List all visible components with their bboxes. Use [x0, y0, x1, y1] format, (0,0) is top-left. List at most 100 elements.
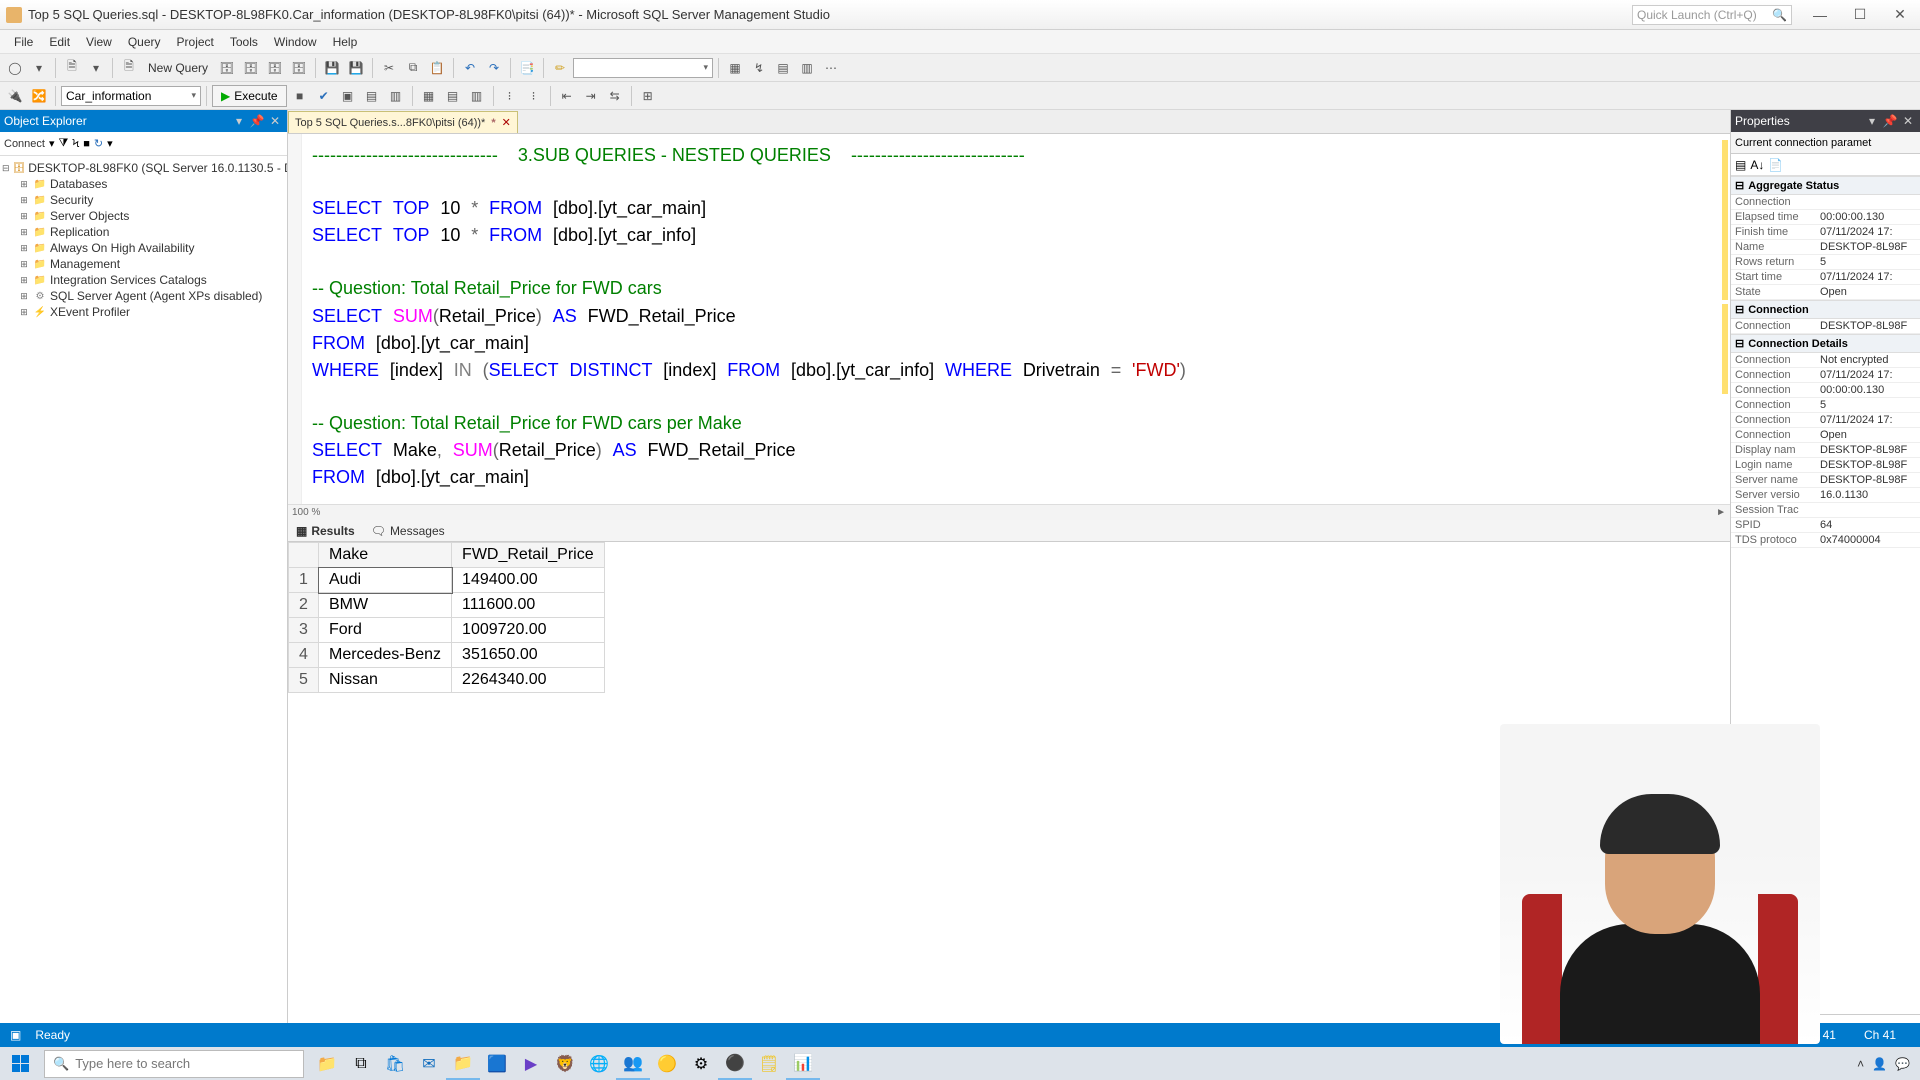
menu-help[interactable]: Help [325, 35, 366, 49]
panel-pin-icon[interactable]: 📌 [1882, 114, 1898, 128]
panel-close-icon[interactable]: ✕ [267, 114, 283, 128]
panel-dropdown-icon[interactable]: ▾ [231, 114, 247, 128]
connect-label[interactable]: Connect [4, 138, 45, 150]
task-canary-icon[interactable]: 🟡 [650, 1047, 684, 1080]
t2-icon[interactable]: ↯ [748, 57, 770, 79]
panel-pin-icon[interactable]: 📌 [249, 114, 265, 128]
indent-in-icon[interactable]: ⇥ [580, 85, 602, 107]
quick-launch[interactable]: Quick Launch (Ctrl+Q) 🔍 [1632, 5, 1792, 25]
tree-item-security[interactable]: ⊞📁Security [2, 192, 285, 208]
tree-item-server-objects[interactable]: ⊞📁Server Objects [2, 208, 285, 224]
uncomment-icon[interactable]: ⁝ [523, 85, 545, 107]
menu-tools[interactable]: Tools [222, 35, 266, 49]
find-icon[interactable]: ✏ [549, 57, 571, 79]
plan-icon[interactable]: ▣ [337, 85, 359, 107]
new-project-icon[interactable]: 🗎 [61, 57, 83, 79]
copy-icon[interactable]: ⧉ [402, 57, 424, 79]
tree-item-xevent[interactable]: ⊞⚡XEvent Profiler [2, 304, 285, 320]
menu-project[interactable]: Project [169, 35, 222, 49]
solution-config-dropdown[interactable] [573, 58, 713, 78]
taskbar-search[interactable]: 🔍 Type here to search [44, 1050, 304, 1078]
save-icon[interactable]: 💾 [321, 57, 343, 79]
sql-editor[interactable]: ------------------------------- 3.SUB QU… [302, 134, 1730, 504]
task-view-icon[interactable]: ⧉ [344, 1047, 378, 1080]
table-row[interactable]: 2BMW111600.00 [289, 593, 605, 618]
col-make[interactable]: Make [319, 543, 452, 568]
oe-filter-icon[interactable]: ⧩ [59, 137, 69, 150]
task-obs-icon[interactable]: ⚫ [718, 1047, 752, 1080]
doc-tab-active[interactable]: Top 5 SQL Queries.s...8FK0\pitsi (64))* … [288, 111, 518, 133]
nav-back-icon[interactable]: ◯ [4, 57, 26, 79]
minimize-button[interactable]: — [1800, 2, 1840, 28]
col-price[interactable]: FWD_Retail_Price [452, 543, 605, 568]
tree-item-alwayson[interactable]: ⊞📁Always On High Availability [2, 240, 285, 256]
specify-values-icon[interactable]: ⊞ [637, 85, 659, 107]
task-explorer-orange[interactable]: 📁 [310, 1047, 344, 1080]
menu-file[interactable]: File [6, 35, 41, 49]
task-teams-icon[interactable]: 👥 [616, 1047, 650, 1080]
redo-icon[interactable]: ↷ [483, 57, 505, 79]
nav-fwd-icon[interactable]: ▾ [28, 57, 50, 79]
tree-item-databases[interactable]: ⊞📁Databases [2, 176, 285, 192]
t3-icon[interactable]: ▤ [772, 57, 794, 79]
tree-item-integration[interactable]: ⊞📁Integration Services Catalogs [2, 272, 285, 288]
prop-page-icon[interactable]: 📄 [1768, 158, 1783, 172]
task-mail-icon[interactable]: ✉ [412, 1047, 446, 1080]
properties-header[interactable]: Properties ▾ 📌 ✕ [1731, 110, 1920, 132]
database-dropdown[interactable]: Car_information [61, 86, 201, 106]
change-connection-icon[interactable]: 🔀 [28, 85, 50, 107]
object-explorer-header[interactable]: Object Explorer ▾ 📌 ✕ [0, 110, 287, 132]
tree-item-management[interactable]: ⊞📁Management [2, 256, 285, 272]
task-edge-icon[interactable]: 🟦 [480, 1047, 514, 1080]
collapse-icon[interactable]: ⊟ [2, 163, 10, 174]
tree-item-replication[interactable]: ⊞📁Replication [2, 224, 285, 240]
start-button[interactable] [0, 1047, 40, 1080]
task-chrome-icon[interactable]: 🌐 [582, 1047, 616, 1080]
db4-icon[interactable]: 🗄 [288, 57, 310, 79]
object-tree[interactable]: ⊟ 🗄 DESKTOP-8L98FK0 (SQL Server 16.0.113… [0, 156, 287, 1031]
task-settings-icon[interactable]: ⚙ [684, 1047, 718, 1080]
tab-results[interactable]: ▦Results [292, 522, 359, 540]
indent3-icon[interactable]: ⇆ [604, 85, 626, 107]
save-all-icon[interactable]: 💾 [345, 57, 367, 79]
menu-view[interactable]: View [78, 35, 120, 49]
tree-item-sql-agent[interactable]: ⊞⚙SQL Server Agent (Agent XPs disabled) [2, 288, 285, 304]
tab-close-icon[interactable]: ✕ [502, 116, 511, 129]
table-row[interactable]: 1Audi149400.00 [289, 568, 605, 593]
table-row[interactable]: 4Mercedes-Benz351650.00 [289, 643, 605, 668]
comment-icon[interactable]: ⁝ [499, 85, 521, 107]
menu-window[interactable]: Window [266, 35, 325, 49]
t5-icon[interactable]: ⋯ [820, 57, 842, 79]
tray-notify-icon[interactable]: 💬 [1895, 1057, 1910, 1071]
oe-filter2-icon[interactable]: Ϟ [72, 138, 79, 150]
table-row[interactable]: 3Ford1009720.00 [289, 618, 605, 643]
tab-messages[interactable]: 🗨Messages [367, 522, 449, 540]
t1-icon[interactable]: ▦ [724, 57, 746, 79]
task-notes-icon[interactable]: 🗒 [752, 1047, 786, 1080]
cat-aggregate[interactable]: ⊟Aggregate Status [1731, 176, 1920, 195]
db3-icon[interactable]: 🗄 [264, 57, 286, 79]
db-icon[interactable]: 🗄 [216, 57, 238, 79]
task-explorer-icon[interactable]: 📁 [446, 1047, 480, 1080]
task-excel-icon[interactable]: 📊 [786, 1047, 820, 1080]
cat-connection-details[interactable]: ⊟Connection Details [1731, 334, 1920, 353]
menu-query[interactable]: Query [120, 35, 169, 49]
properties-icon[interactable]: 📑 [516, 57, 538, 79]
stop-icon[interactable]: ■ [289, 85, 311, 107]
plan2-icon[interactable]: ▤ [361, 85, 383, 107]
properties-object-dropdown[interactable]: Current connection paramet [1731, 132, 1920, 154]
execute-button[interactable]: ▶ Execute [212, 85, 287, 107]
undo-icon[interactable]: ↶ [459, 57, 481, 79]
panel-close-icon[interactable]: ✕ [1900, 114, 1916, 128]
cut-icon[interactable]: ✂ [378, 57, 400, 79]
new-query-icon[interactable]: 🗎 [118, 57, 140, 79]
tree-server[interactable]: ⊟ 🗄 DESKTOP-8L98FK0 (SQL Server 16.0.113… [2, 160, 285, 176]
categorized-icon[interactable]: ▤ [1735, 158, 1746, 172]
results-text-icon[interactable]: ▤ [442, 85, 464, 107]
editor-hscroll[interactable]: 100 % ► [288, 504, 1730, 520]
tray-people-icon[interactable]: 👤 [1872, 1057, 1887, 1071]
cat-connection[interactable]: ⊟Connection [1731, 300, 1920, 319]
oe-filter3-icon[interactable]: ▾ [107, 137, 113, 150]
connect-icon[interactable]: 🔌 [4, 85, 26, 107]
new-query-label[interactable]: New Query [142, 61, 214, 75]
